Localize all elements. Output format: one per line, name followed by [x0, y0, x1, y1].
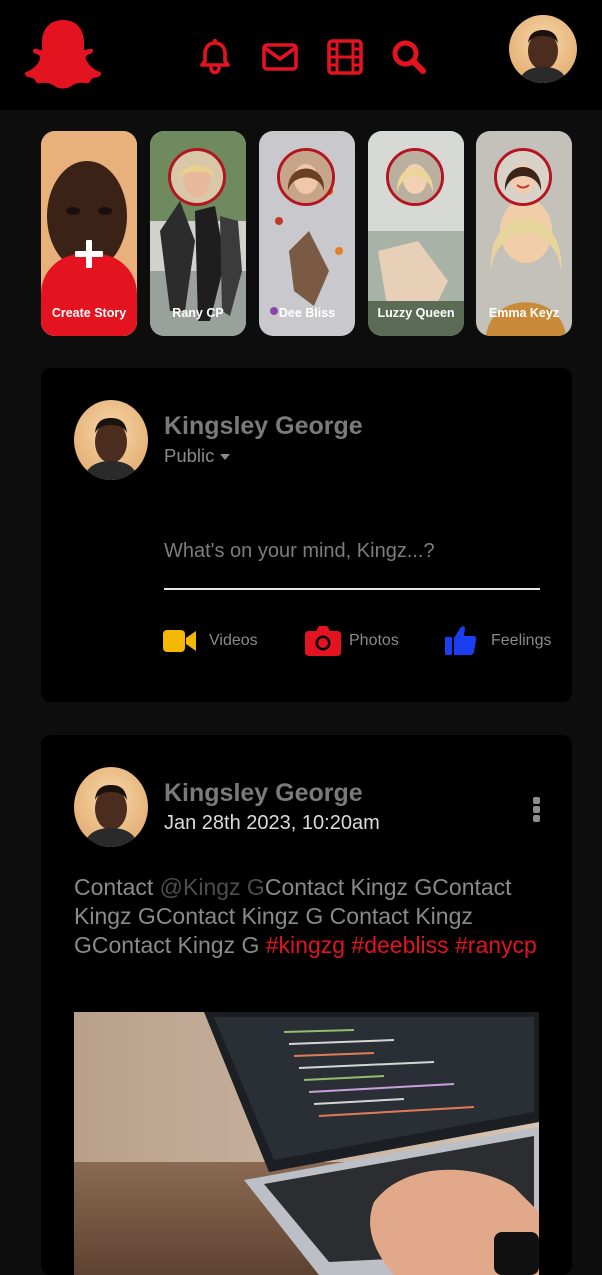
audience-label: Public — [164, 445, 215, 466]
hashtag[interactable]: #deebliss — [351, 932, 448, 958]
post-composer: Kingsley George Public Videos Photos Fee… — [41, 368, 572, 702]
hashtag[interactable]: #ranycp — [455, 932, 537, 958]
caret-down-icon — [220, 454, 231, 461]
story-avatar — [277, 148, 335, 206]
story-avatar — [494, 148, 552, 206]
film-icon[interactable] — [326, 38, 364, 76]
hashtag[interactable]: #kingzg — [266, 932, 345, 958]
composer-user-name[interactable]: Kingsley George — [164, 412, 363, 441]
videos-label: Videos — [209, 632, 258, 649]
story-label: Create Story — [51, 306, 127, 320]
story-label: Rany CP — [172, 306, 224, 320]
story-create[interactable]: Create Story — [41, 131, 137, 336]
story-label: Emma Keyz — [488, 306, 560, 320]
feelings-label: Feelings — [491, 632, 552, 649]
post-author-name[interactable]: Kingsley George — [164, 779, 363, 808]
bell-icon[interactable] — [196, 38, 234, 76]
more-options-icon[interactable] — [531, 797, 543, 823]
story-label: Dee Bliss — [278, 306, 336, 320]
plus-icon — [75, 240, 103, 268]
camera-icon — [305, 626, 341, 656]
post-input[interactable] — [164, 506, 540, 590]
top-bar — [0, 0, 602, 110]
photos-label: Photos — [349, 632, 399, 649]
composer-avatar[interactable] — [74, 400, 148, 480]
post-mention[interactable]: @Kingz G — [160, 874, 265, 900]
post-timestamp: Jan 28th 2023, 10:20am — [164, 812, 380, 834]
story-dee-bliss[interactable]: Dee Bliss — [259, 131, 355, 336]
photos-button[interactable]: Photos — [305, 623, 405, 659]
story-avatar — [386, 148, 444, 206]
post-body: Contact @Kingz GContact Kingz GContact K… — [74, 873, 544, 960]
audience-selector[interactable]: Public — [164, 445, 231, 467]
story-emma-keyz[interactable]: Emma Keyz — [476, 131, 572, 336]
post-image[interactable] — [74, 1012, 539, 1275]
feelings-button[interactable]: Feelings — [445, 623, 565, 659]
story-label: Luzzy Queen — [377, 306, 455, 320]
create-story-panel — [41, 240, 137, 336]
user-avatar[interactable] — [509, 15, 577, 83]
feed-post: Kingsley George Jan 28th 2023, 10:20am C… — [41, 735, 572, 1275]
thumbs-up-icon — [445, 626, 477, 655]
story-rany-cp[interactable]: Rany CP — [150, 131, 246, 336]
story-luzzy-queen[interactable]: Luzzy Queen — [368, 131, 464, 336]
search-icon[interactable] — [390, 38, 428, 76]
videos-button[interactable]: Videos — [163, 623, 263, 659]
mail-icon[interactable] — [261, 38, 299, 76]
video-camera-icon — [163, 630, 196, 652]
post-author-avatar[interactable] — [74, 767, 148, 847]
ghost-logo-icon[interactable] — [24, 16, 102, 90]
story-avatar — [168, 148, 226, 206]
post-text-start: Contact — [74, 874, 160, 900]
